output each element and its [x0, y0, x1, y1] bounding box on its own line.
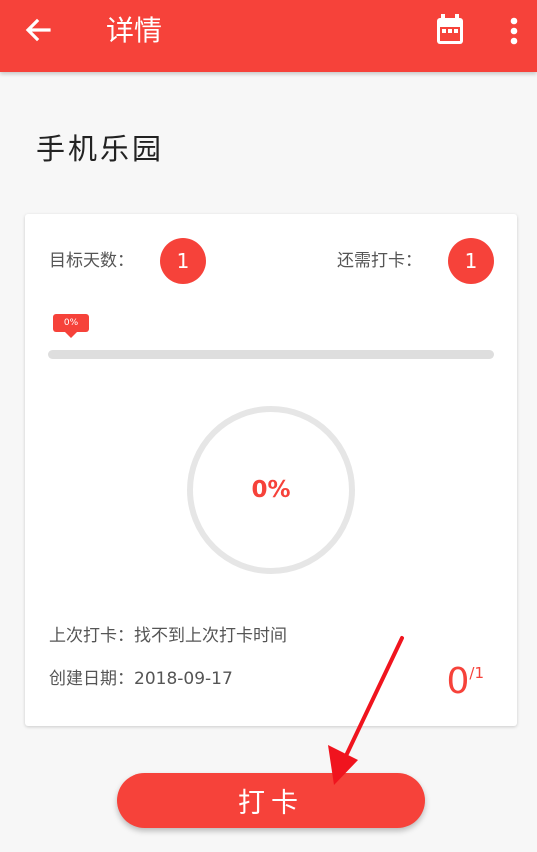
more-vert-icon[interactable]: [505, 14, 523, 48]
app-bar: 详情: [0, 0, 537, 72]
target-days-label: 目标天数：: [49, 251, 134, 271]
progress-tooltip: 0%: [53, 314, 89, 332]
calendar-icon[interactable]: [434, 12, 466, 46]
progress-tooltip-pointer: [65, 332, 77, 338]
last-checkin-text: 上次打卡：找不到上次打卡时间: [49, 626, 287, 646]
checkin-button[interactable]: 打卡: [117, 773, 425, 828]
remaining-label: 还需打卡：: [337, 251, 422, 271]
page-title: 详情: [106, 14, 163, 47]
created-date-text: 创建日期：2018-09-17: [49, 669, 233, 689]
checkin-count-total: /1: [469, 664, 484, 682]
project-name: 手机乐园: [36, 132, 165, 166]
arrow-left-icon[interactable]: [22, 14, 54, 46]
progress-card: 目标天数： 1 还需打卡： 1 0% 0% 上次打卡：找不到上次打卡时间 创建日…: [25, 214, 517, 726]
checkin-count: 0/1: [446, 662, 484, 702]
progress-bar: [48, 350, 494, 359]
progress-ring-percent: 0%: [251, 477, 291, 503]
target-days-badge: 1: [160, 238, 206, 284]
checkin-count-done: 0: [446, 661, 470, 702]
remaining-badge: 1: [448, 238, 494, 284]
